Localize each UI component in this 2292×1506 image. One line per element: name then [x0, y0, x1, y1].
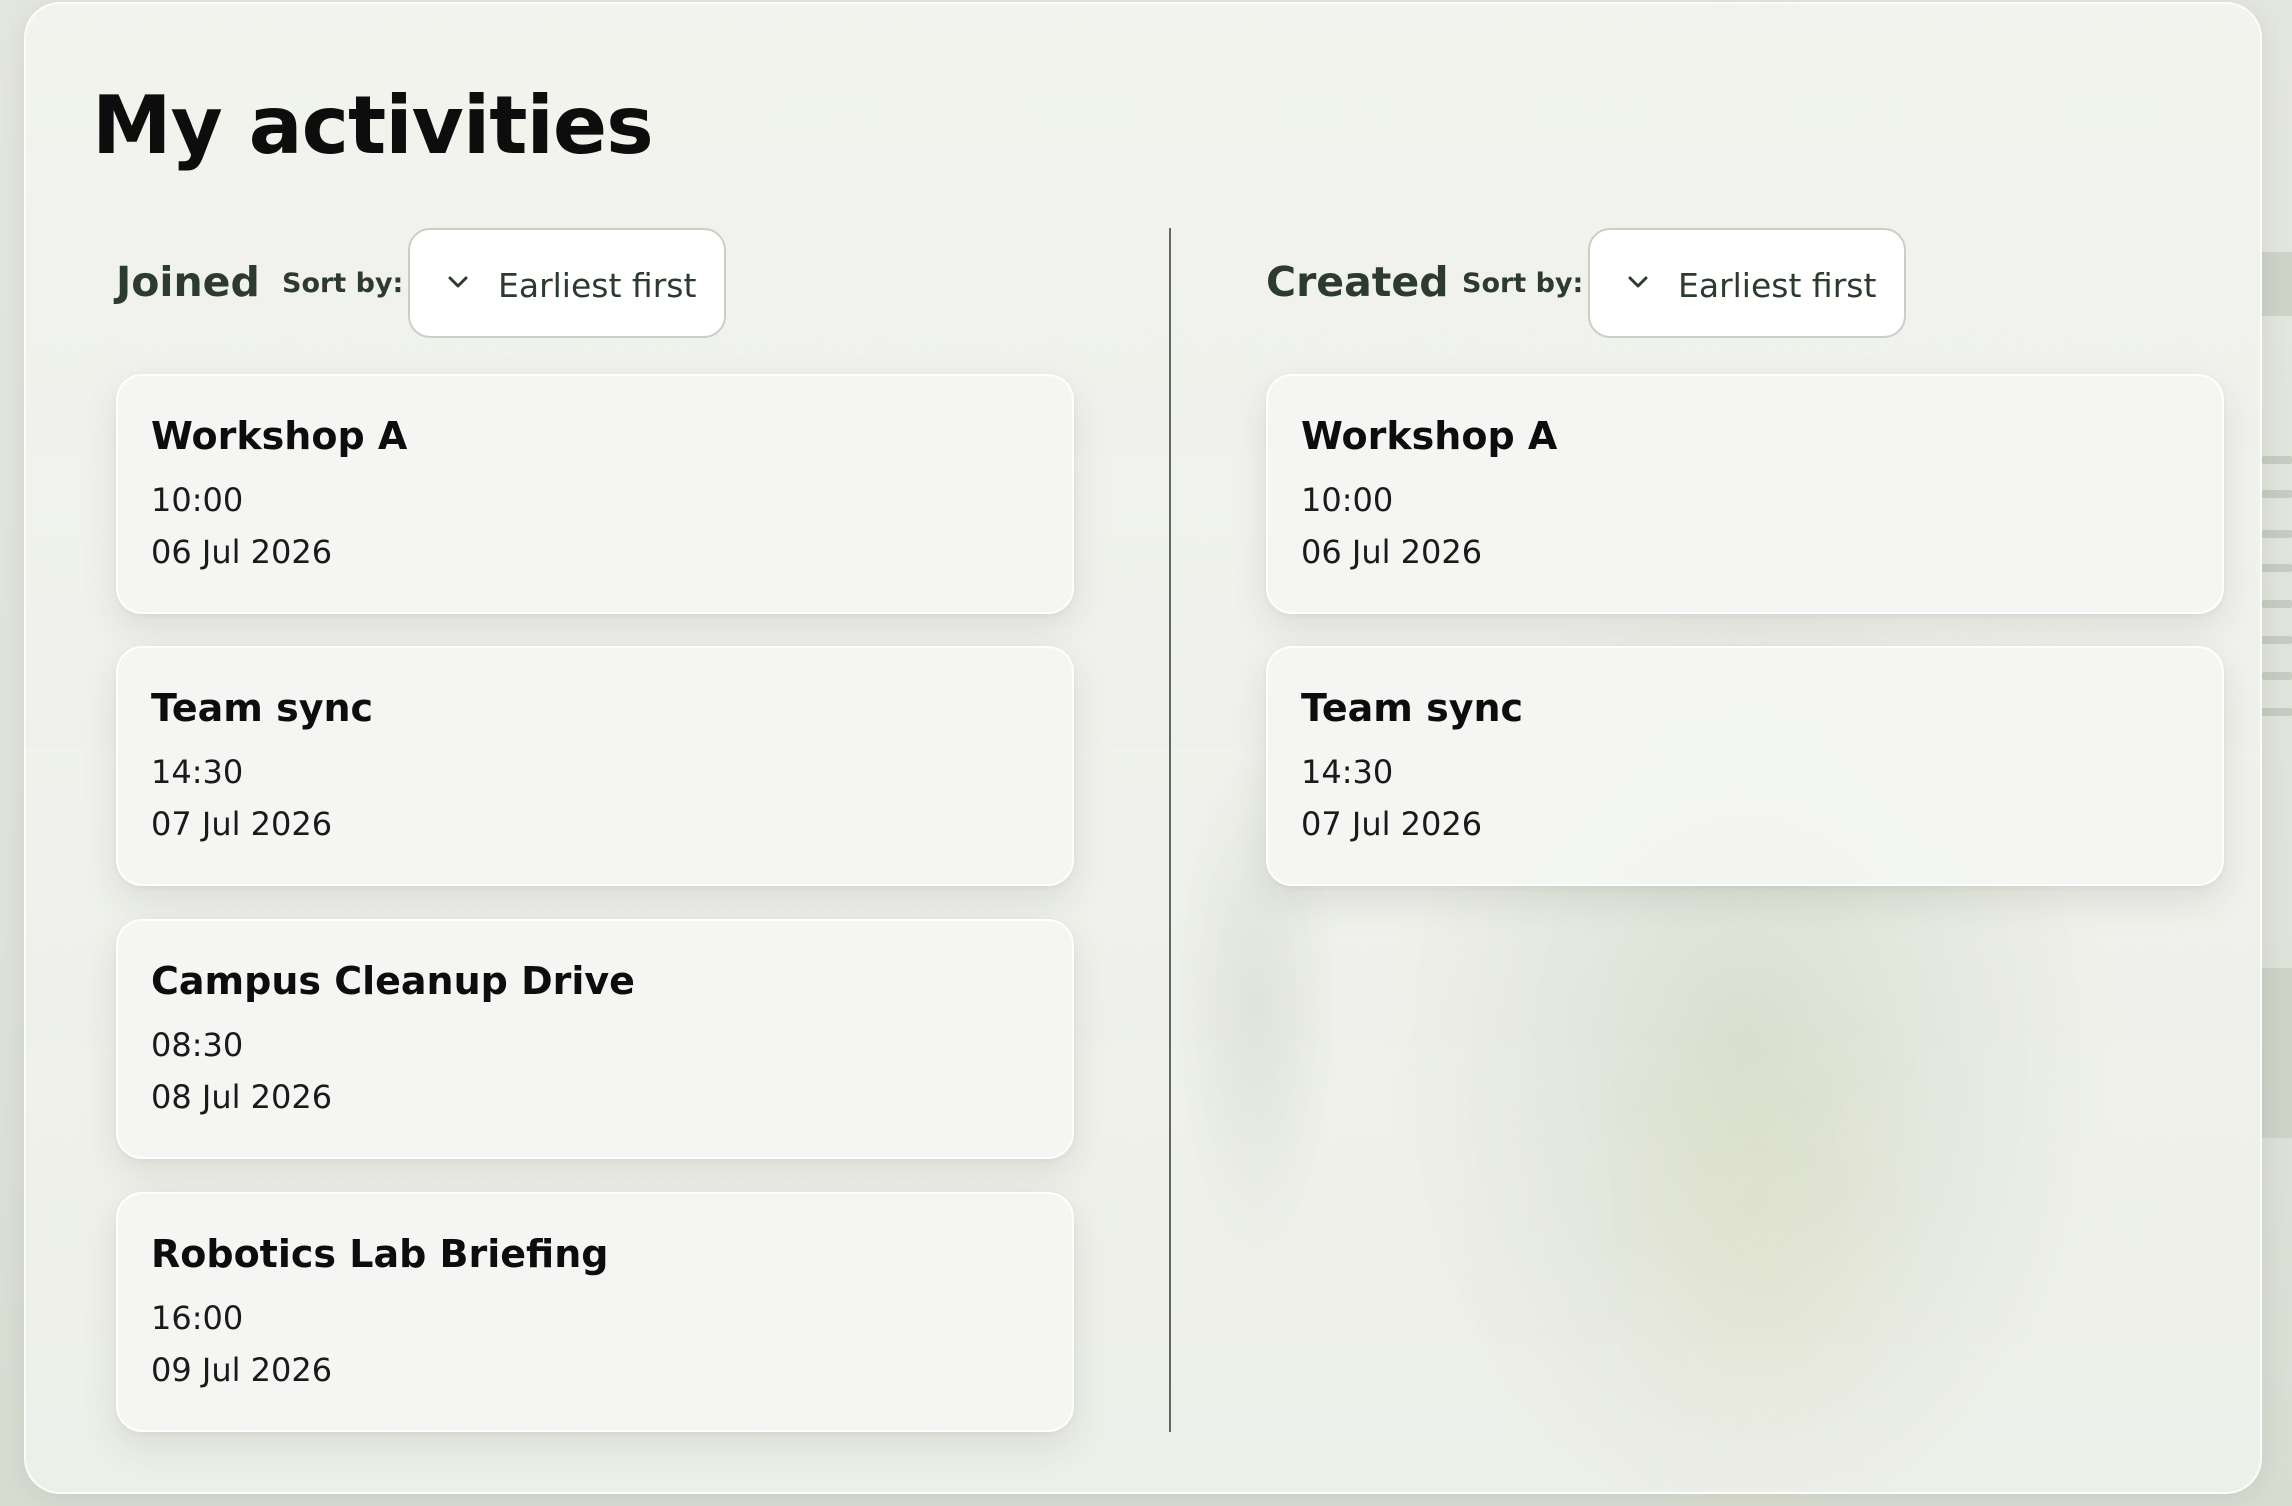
column-divider	[1169, 228, 1171, 1432]
created-sort-value: Earliest first	[1678, 266, 1877, 305]
created-column: Created Sort by: Earliest first Workshop…	[1242, 228, 2224, 886]
joined-sort-value: Earliest first	[498, 266, 697, 305]
background-line	[2262, 490, 2292, 498]
activity-card[interactable]: Team sync 14:30 07 Jul 2026	[1266, 646, 2224, 886]
activities-panel: My activities Joined Sort by: Earliest f…	[24, 2, 2262, 1494]
activity-time: 10:00	[151, 481, 244, 519]
activity-card[interactable]: Robotics Lab Briefing 16:00 09 Jul 2026	[116, 1192, 1074, 1432]
background-line	[2262, 530, 2292, 538]
activity-time: 16:00	[151, 1299, 244, 1337]
activity-time: 14:30	[1301, 753, 1394, 791]
activity-name: Campus Cleanup Drive	[151, 959, 635, 1003]
joined-sort-dropdown[interactable]: Earliest first	[408, 228, 726, 338]
activity-name: Workshop A	[1301, 414, 1558, 458]
background-line	[2262, 672, 2292, 680]
joined-column: Joined Sort by: Earliest first Workshop …	[92, 228, 1074, 1432]
activity-date: 08 Jul 2026	[151, 1078, 333, 1116]
background-line	[2262, 708, 2292, 716]
activity-date: 06 Jul 2026	[1301, 533, 1483, 571]
background-line	[2262, 564, 2292, 572]
activity-name: Team sync	[151, 686, 374, 730]
created-sort-label: Sort by:	[1462, 268, 1584, 299]
page-title: My activities	[92, 79, 654, 172]
joined-sort-label: Sort by:	[282, 268, 404, 299]
activity-card[interactable]: Campus Cleanup Drive 08:30 08 Jul 2026	[116, 919, 1074, 1159]
activity-card[interactable]: Workshop A 10:00 06 Jul 2026	[116, 374, 1074, 614]
activity-card[interactable]: Team sync 14:30 07 Jul 2026	[116, 646, 1074, 886]
activity-name: Workshop A	[151, 414, 408, 458]
joined-header: Joined Sort by: Earliest first	[92, 228, 1050, 340]
created-sort-dropdown[interactable]: Earliest first	[1588, 228, 1906, 338]
activity-date: 07 Jul 2026	[1301, 805, 1483, 843]
background-line	[2262, 636, 2292, 644]
background-line	[2262, 600, 2292, 608]
activity-name: Robotics Lab Briefing	[151, 1232, 609, 1276]
activity-date: 09 Jul 2026	[151, 1351, 333, 1389]
activity-date: 07 Jul 2026	[151, 805, 333, 843]
background-line	[2262, 456, 2292, 464]
activity-time: 14:30	[151, 753, 244, 791]
activity-card[interactable]: Workshop A 10:00 06 Jul 2026	[1266, 374, 2224, 614]
created-header: Created Sort by: Earliest first	[1242, 228, 2200, 340]
chevron-down-icon	[1628, 276, 1648, 288]
activity-date: 06 Jul 2026	[151, 533, 333, 571]
activity-time: 08:30	[151, 1026, 244, 1064]
joined-title: Joined	[116, 258, 260, 306]
created-title: Created	[1266, 258, 1449, 306]
activity-time: 10:00	[1301, 481, 1394, 519]
activity-name: Team sync	[1301, 686, 1524, 730]
chevron-down-icon	[448, 276, 468, 288]
